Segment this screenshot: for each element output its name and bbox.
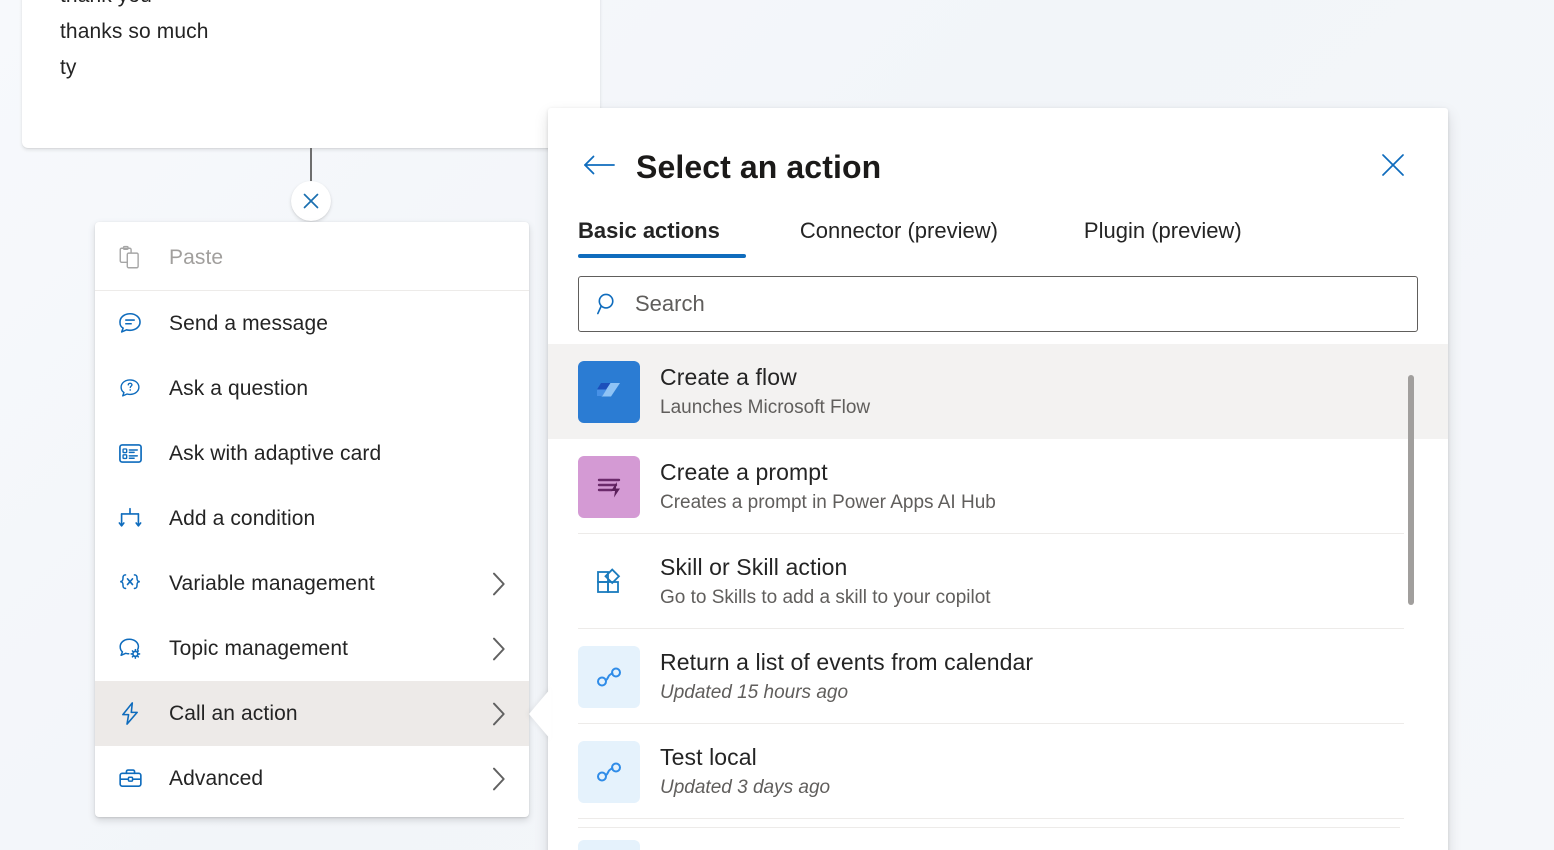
tab-label: Plugin (preview) [1083,218,1242,243]
menu-item-label: Send a message [169,311,329,335]
chevron-right-icon [490,571,507,597]
close-icon [301,191,321,211]
menu-item-label: Topic management [169,636,349,660]
list-item-subtitle: Creates a prompt in Power Apps AI Hub [660,491,996,513]
chevron-right-icon [490,636,507,662]
list-item-title: Return a list of events from calendar [660,648,1034,675]
power-automate-icon [578,360,640,423]
flyout-callout-beak [529,688,551,740]
tab-connector-preview[interactable]: Connector (preview) [774,218,1024,258]
lightning-bolt-icon [113,700,147,727]
back-arrow-icon [582,152,616,183]
cloud-flow-icon [578,840,640,850]
close-add-node-button[interactable] [291,181,331,221]
menu-item-variable-management[interactable]: Variable management [95,551,529,616]
list-item-text: Test local Updated 3 days ago [660,742,830,802]
menu-item-label: Ask with adaptive card [169,441,382,465]
branch-condition-icon [113,505,147,533]
menu-item-add-a-condition[interactable]: Add a condition [95,486,529,551]
menu-item-label: Advanced [169,766,264,790]
list-item-title: Create a prompt [660,458,828,485]
search-icon [595,291,621,317]
menu-item-label: Paste [169,246,224,269]
list-item[interactable]: Skill or Skill action Go to Skills to ad… [548,534,1448,629]
question-bubble-icon [113,376,147,402]
list-item[interactable]: Return a list of events from calendar Up… [548,629,1448,724]
menu-item-ask-a-question[interactable]: Ask a question [95,356,529,421]
menu-item-advanced[interactable]: Advanced [95,746,529,811]
list-item-subtitle: Go to Skills to add a skill to your copi… [660,586,991,608]
skill-puzzle-icon [578,551,640,613]
menu-item-send-a-message[interactable]: Send a message [95,291,529,356]
action-list-scrollbar[interactable] [1408,375,1414,605]
chevron-right-icon [490,701,507,727]
page-title: Select an action [636,148,882,185]
list-item-partial[interactable] [578,840,640,850]
back-button[interactable] [578,146,620,188]
tab-label: Basic actions [578,218,720,243]
list-divider [578,827,1400,828]
menu-item-paste: Paste [95,226,529,291]
menu-item-ask-with-adaptive-card[interactable]: Ask with adaptive card [95,421,529,486]
panel-tabs: Basic actions Connector (preview) Plugin… [548,188,1448,258]
node-text-line: ty [60,56,77,79]
tab-basic-actions[interactable]: Basic actions [578,218,746,258]
panel-header: Select an action [548,108,1448,188]
list-item-title: Test local [660,743,757,770]
message-bubble-icon [113,310,147,338]
menu-item-topic-management[interactable]: Topic management [95,616,529,681]
list-item[interactable]: Create a flow Launches Microsoft Flow [548,344,1448,439]
tab-plugin-preview[interactable]: Plugin (preview) [1058,218,1268,258]
list-item-subtitle: Updated 15 hours ago [660,681,849,703]
toolbox-icon [113,765,147,792]
search-input[interactable] [635,291,1401,317]
cloud-flow-icon [578,645,640,708]
list-item-text: Skill or Skill action Go to Skills to ad… [660,552,991,612]
node-text-line: thank you [60,0,600,14]
list-item-title: Create a flow [660,363,797,390]
select-an-action-panel: Select an action Basic actions Connector… [548,108,1448,850]
topic-gear-icon [113,635,147,663]
variable-braces-icon [113,570,147,598]
search-box[interactable] [578,276,1418,332]
list-item-subtitle: Updated 3 days ago [660,776,831,798]
close-icon [1380,152,1406,183]
list-item-subtitle: Launches Microsoft Flow [660,396,871,418]
list-item-text: Create a prompt Creates a prompt in Powe… [660,457,996,517]
tab-label: Connector (preview) [799,218,998,243]
adaptive-card-icon [113,440,147,467]
ai-prompt-icon [578,455,640,518]
node-text-line: thanks so much [60,20,209,43]
menu-item-label: Variable management [169,571,375,595]
menu-item-label: Ask a question [169,376,309,400]
list-item[interactable]: Test local Updated 3 days ago [548,724,1448,819]
action-list: Create a flow Launches Microsoft Flow Cr… [548,344,1448,824]
menu-item-call-an-action[interactable]: Call an action [95,681,529,746]
chevron-right-icon [490,766,507,792]
list-item[interactable]: Create a prompt Creates a prompt in Powe… [548,439,1448,534]
menu-item-label: Add a condition [169,506,316,530]
cloud-flow-icon [578,740,640,803]
close-panel-button[interactable] [1372,146,1414,188]
message-node-card[interactable]: thanks thank you thanks so much ty [22,0,600,148]
node-context-menu: Paste Send a message Ask a question Ask … [95,222,529,817]
menu-item-label: Call an action [169,701,298,725]
list-item-text: Return a list of events from calendar Up… [660,647,1033,707]
list-item-title: Skill or Skill action [660,553,848,580]
list-item-text: Create a flow Launches Microsoft Flow [660,362,870,422]
paste-icon [113,245,147,271]
